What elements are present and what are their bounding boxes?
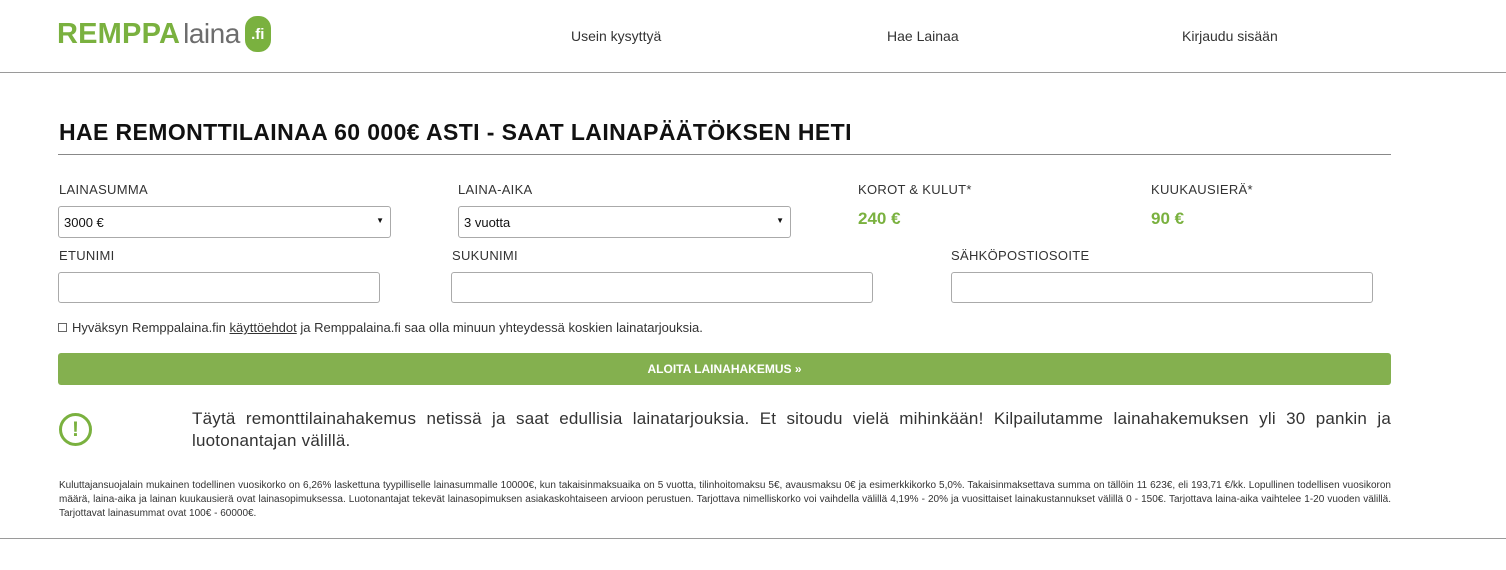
triangle-down-icon: ▼ xyxy=(776,216,784,225)
monthly-payment-value: 90 € xyxy=(1151,209,1185,228)
nav-faq-link[interactable]: Usein kysyttyä xyxy=(571,28,661,44)
last-name-label: SUKUNIMI xyxy=(452,248,518,263)
triangle-down-icon: ▼ xyxy=(376,216,384,225)
start-application-button[interactable]: ALOITA LAINAHAKEMUS » xyxy=(58,353,1391,385)
site-header: REMPPA laina .fi Usein kysyttyä Hae Lain… xyxy=(0,0,1506,73)
email-label: SÄHKÖPOSTIOSOITE xyxy=(951,248,1090,263)
loan-period-select[interactable]: 3 vuotta ▼ xyxy=(458,206,791,238)
first-name-input[interactable] xyxy=(58,272,380,303)
logo-laina-text: laina xyxy=(183,18,240,49)
terms-link[interactable]: käyttöehdot xyxy=(230,320,297,335)
consent-row: Hyväksyn Remppalaina.fin käyttöehdot ja … xyxy=(58,320,703,335)
footer-divider xyxy=(0,538,1506,539)
logo-remppa-text: REMPPA xyxy=(57,17,181,50)
costs-label: KOROT & KULUT* xyxy=(858,182,972,197)
page-title: HAE REMONTTILAINAA 60 000€ ASTI - SAAT L… xyxy=(59,119,852,145)
first-name-label: ETUNIMI xyxy=(59,248,115,263)
loan-amount-value: 3000 € xyxy=(64,215,104,230)
loan-period-value: 3 vuotta xyxy=(464,215,511,230)
email-input[interactable] xyxy=(951,272,1373,303)
last-name-input[interactable] xyxy=(451,272,873,303)
consent-text-after: ja Remppalaina.fi saa olla minuun yhteyd… xyxy=(296,320,703,335)
monthly-payment-label: KUUKAUSIERÄ* xyxy=(1151,182,1253,197)
loan-amount-select[interactable]: 3000 € ▼ xyxy=(58,206,391,238)
exclamation-circle-icon: ! xyxy=(59,413,92,446)
info-text: Täytä remonttilainahakemus netissä ja sa… xyxy=(192,409,1391,450)
logo[interactable]: REMPPA laina .fi xyxy=(57,14,271,54)
consent-checkbox[interactable] xyxy=(58,323,67,332)
consent-text-before: Hyväksyn Remppalaina.fin xyxy=(72,320,230,335)
costs-value: 240 € xyxy=(858,209,901,228)
nav-login-link[interactable]: Kirjaudu sisään xyxy=(1182,28,1278,44)
title-divider xyxy=(58,154,1391,155)
fine-print: Kuluttajansuojalain mukainen todellinen … xyxy=(59,480,1391,519)
loan-amount-label: LAINASUMMA xyxy=(59,182,148,197)
logo-fi-badge: .fi xyxy=(244,16,271,52)
loan-period-label: LAINA-AIKA xyxy=(458,182,533,197)
nav-apply-link[interactable]: Hae Lainaa xyxy=(887,28,959,44)
